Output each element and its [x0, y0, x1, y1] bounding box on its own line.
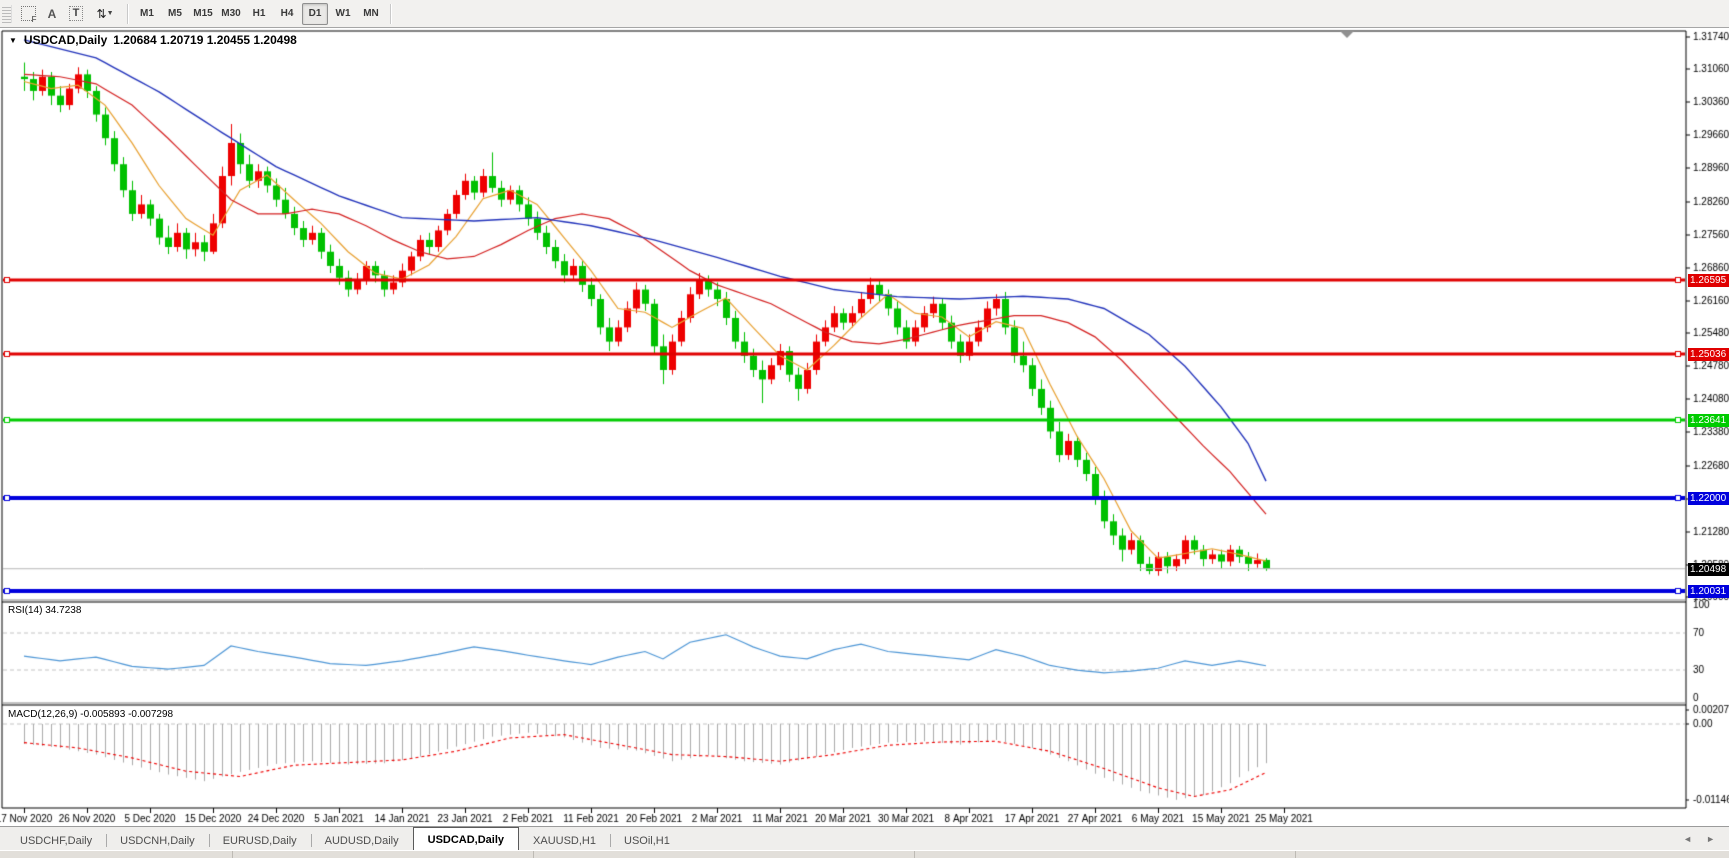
tab-scroll-controls: ◄ ► [1683, 827, 1715, 851]
hline-price-tag-1.22000[interactable]: 1.22000 [1688, 492, 1729, 505]
timeframe-group: M1M5M15M30H1H4D1W1MN [133, 3, 385, 25]
timeframe-button-m15[interactable]: M15 [190, 3, 216, 25]
cycle-tool-button[interactable]: ⇅ ▼ [89, 4, 121, 24]
tab-scroll-left-icon[interactable]: ◄ [1683, 834, 1692, 844]
dotted-grid-f-icon: F [21, 6, 36, 21]
toolbar: F A T ⇅ ▼ M1M5M15M30H1H4D1W1MN [0, 0, 1729, 28]
toolbar-grip[interactable] [2, 5, 12, 23]
current-price-tag[interactable]: 1.20498 [1688, 563, 1729, 576]
chevron-down-icon: ▼ [107, 10, 114, 17]
timeframe-button-w1[interactable]: W1 [330, 3, 356, 25]
tab-usoil-h1[interactable]: USOil,H1 [610, 830, 684, 851]
tab-eurusd-daily[interactable]: EURUSD,Daily [209, 830, 311, 851]
tab-usdcnh-daily[interactable]: USDCNH,Daily [106, 830, 209, 851]
tab-scroll-right-icon[interactable]: ► [1706, 834, 1715, 844]
rsi-indicator-label: RSI(14) 34.7238 [8, 605, 81, 616]
letter-t-icon: T [69, 6, 84, 21]
status-bar [0, 850, 1729, 858]
timeframe-button-mn[interactable]: MN [358, 3, 384, 25]
mt4-window: F A T ⇅ ▼ M1M5M15M30H1H4D1W1MN ▼ USDCAD,… [0, 0, 1729, 858]
hline-price-tag-1.20031[interactable]: 1.20031 [1688, 585, 1729, 598]
timeframe-button-h1[interactable]: H1 [246, 3, 272, 25]
font-button[interactable]: A [41, 4, 63, 24]
hline-price-tag-1.23641[interactable]: 1.23641 [1688, 414, 1729, 427]
toolbar-separator [390, 4, 391, 24]
timeframe-button-m30[interactable]: M30 [218, 3, 244, 25]
letter-a-icon: A [48, 7, 57, 21]
cycle-arrows-icon: ⇅ [97, 7, 105, 21]
tab-usdcad-daily[interactable]: USDCAD,Daily [413, 827, 519, 851]
timeframe-button-d1[interactable]: D1 [302, 3, 328, 25]
timeframe-button-h4[interactable]: H4 [274, 3, 300, 25]
timeframe-button-m5[interactable]: M5 [162, 3, 188, 25]
tab-usdchf-daily[interactable]: USDCHF,Daily [6, 830, 106, 851]
tab-xauusd-h1[interactable]: XAUUSD,H1 [519, 830, 610, 851]
symbol-label: USDCAD,Daily [24, 33, 107, 47]
chart-shift-button[interactable]: F [17, 4, 39, 24]
hline-price-tag-1.26595[interactable]: 1.26595 [1688, 274, 1729, 287]
text-label-button[interactable]: T [65, 4, 87, 24]
ohlc-values: 1.20684 1.20719 1.20455 1.20498 [113, 33, 297, 47]
hline-price-tag-1.25036[interactable]: 1.25036 [1688, 348, 1729, 361]
macd-indicator-label: MACD(12,26,9) -0.005893 -0.007298 [8, 709, 173, 720]
tab-audusd-daily[interactable]: AUDUSD,Daily [311, 830, 413, 851]
chart-title: ▼ USDCAD,Daily 1.20684 1.20719 1.20455 1… [9, 33, 297, 47]
timeframe-button-m1[interactable]: M1 [134, 3, 160, 25]
chart-canvas[interactable] [0, 0, 1729, 858]
symbol-tab-bar: USDCHF,DailyUSDCNH,DailyEURUSD,DailyAUDU… [0, 826, 1729, 851]
toolbar-separator [127, 4, 128, 24]
symbol-dropdown-icon[interactable]: ▼ [9, 36, 17, 45]
